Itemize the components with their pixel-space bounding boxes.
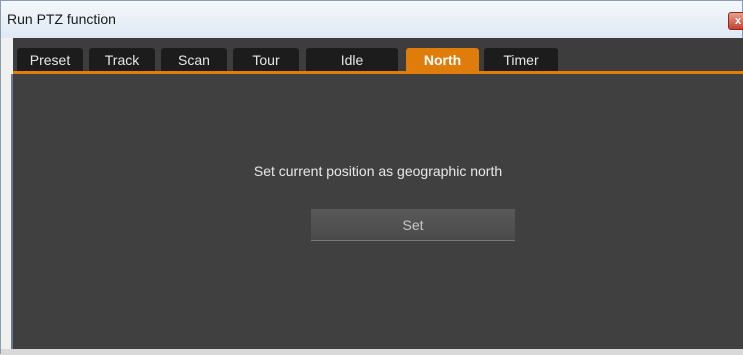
tab-track[interactable]: Track — [89, 48, 155, 71]
tab-tour[interactable]: Tour — [233, 48, 299, 71]
tab-idle[interactable]: Idle — [306, 48, 398, 71]
north-instruction-text: Set current position as geographic north — [253, 163, 503, 179]
tab-strip: Preset Track Scan Tour Idle North Timer — [13, 38, 743, 74]
set-north-button[interactable]: Set — [311, 209, 515, 241]
tab-timer[interactable]: Timer — [484, 48, 558, 71]
close-button[interactable]: x — [728, 12, 743, 30]
ptz-dialog-window: Run PTZ function x Preset Track Scan Tou… — [0, 0, 743, 355]
window-title: Run PTZ function — [7, 11, 116, 27]
title-bar[interactable]: Run PTZ function x — [1, 1, 743, 38]
north-tab-panel: Set current position as geographic north… — [13, 74, 743, 349]
window-bottom-border — [1, 349, 743, 355]
close-icon: x — [734, 15, 742, 27]
tab-north[interactable]: North — [406, 48, 479, 71]
tab-preset[interactable]: Preset — [17, 48, 83, 71]
tab-scan[interactable]: Scan — [161, 48, 227, 71]
